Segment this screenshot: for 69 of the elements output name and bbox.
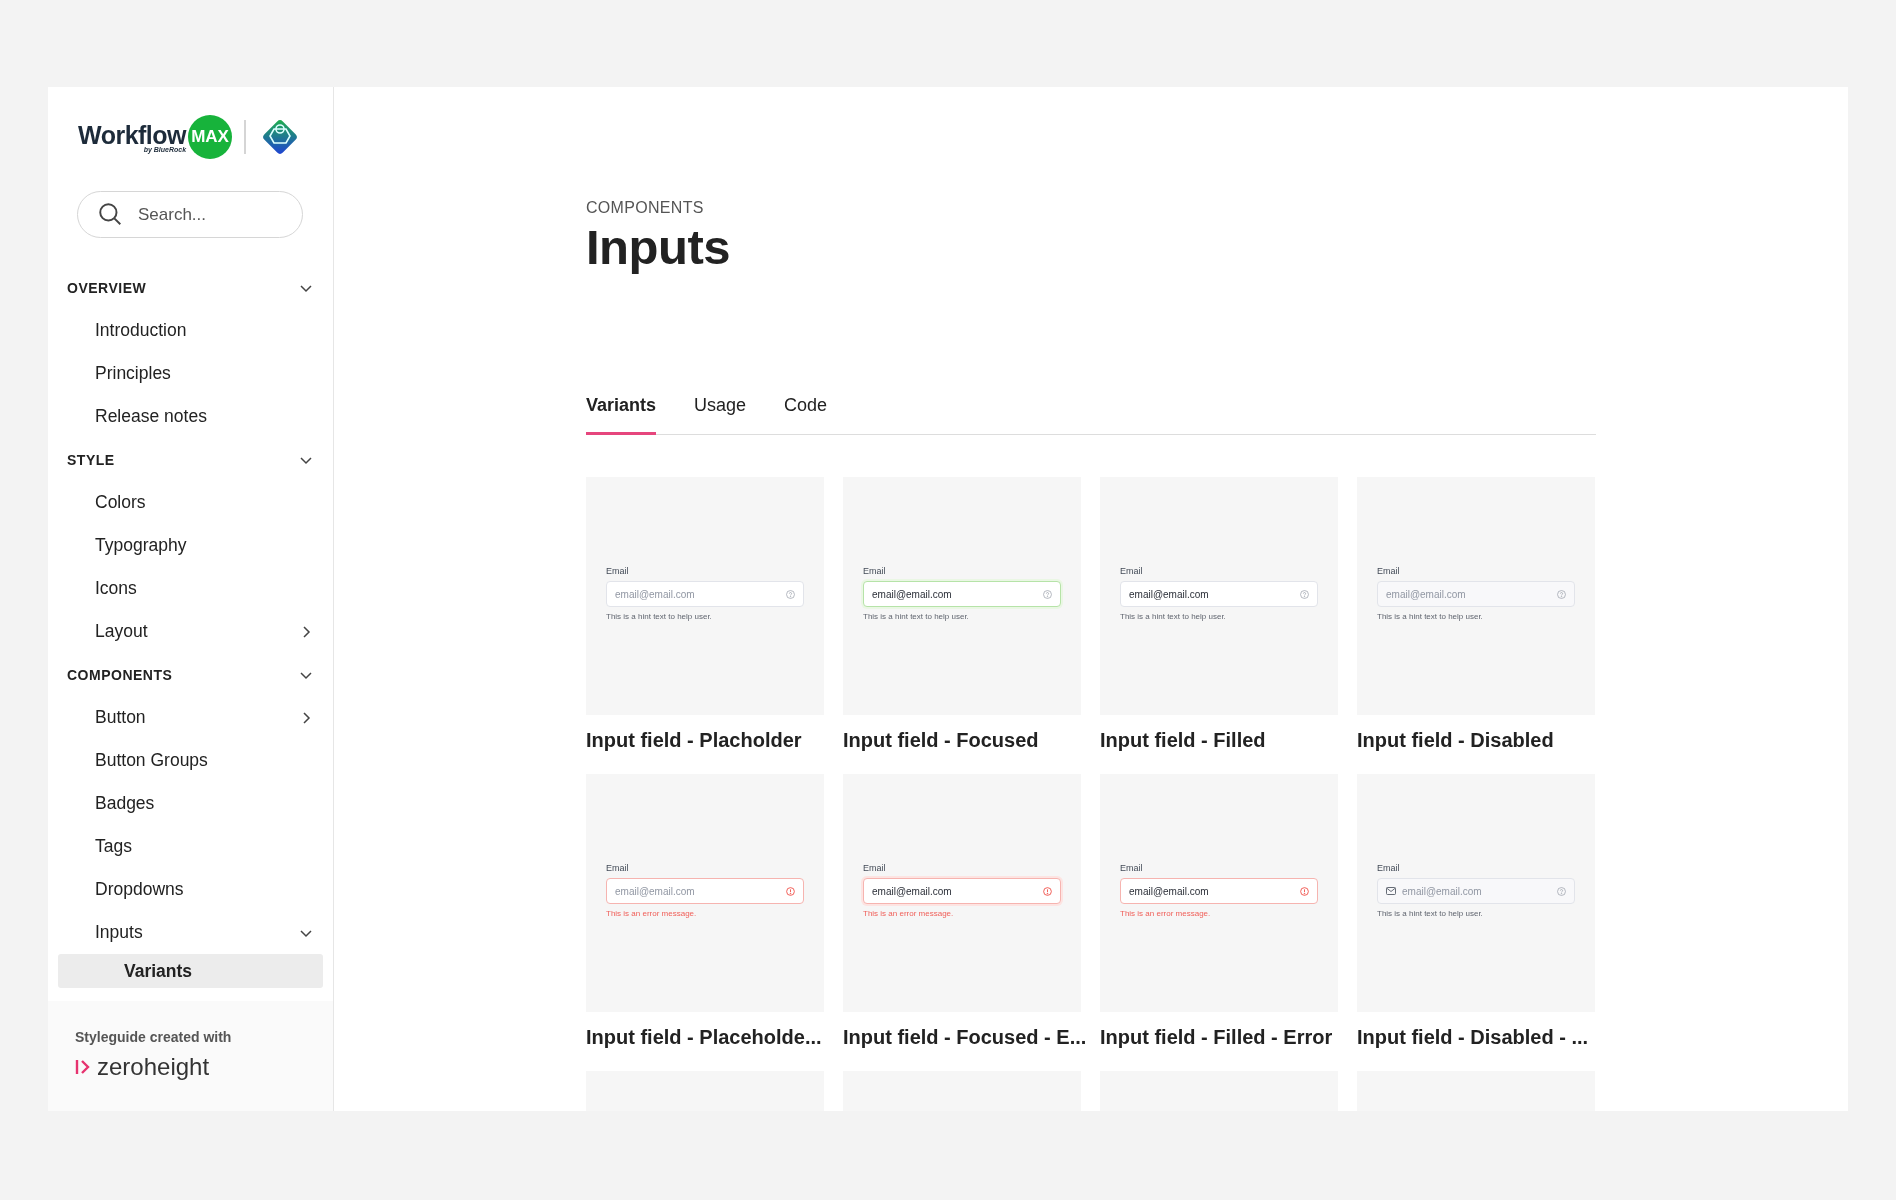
email-field: email@email.com [863,581,1061,607]
nav-item[interactable]: Badges [58,782,323,825]
mail-icon [1386,887,1396,895]
error-message: This is an error message. [1120,909,1212,918]
card-title: Input field - Filled - Error [1100,1026,1334,1049]
tab[interactable]: Code [784,395,828,435]
field-label: Email [863,863,887,873]
email-field: email@email.com [1377,581,1575,607]
nav-item[interactable]: Colors [58,481,323,524]
nav-item[interactable]: Button [58,696,323,739]
help-icon [1043,589,1052,599]
alert-icon [1300,886,1309,896]
footer-caption: Styleguide created with [75,1029,233,1045]
email-field: email@email.com [1120,878,1318,904]
logo-badge: MAX [188,115,233,159]
error-message: This is an error message. [863,909,955,918]
email-field: email@email.com [606,878,804,904]
hint-text: This is a hint text to help user. [1120,612,1227,621]
field-label: Email [1377,863,1401,873]
search-field[interactable]: Search... [77,191,303,238]
zeroheight-logo-icon [75,1057,91,1077]
email-field: email@email.com [1377,878,1575,904]
nav-item[interactable]: Typography [58,524,323,567]
alert-icon [786,886,795,896]
hint-text: This is a hint text to help user. [606,612,713,621]
nav-item[interactable]: Tags [58,825,323,868]
error-message: This is an error message. [606,909,698,918]
field-label: Email [1377,566,1401,576]
card-title: Input field - Placholder [586,729,803,752]
email-field: email@email.com [863,878,1061,904]
email-field: email@email.com [606,581,804,607]
nav-item[interactable]: Icons [58,567,323,610]
card-title: Input field - Disabled - ... [1357,1026,1590,1049]
hint-text: This is a hint text to help user. [1377,909,1484,918]
help-icon [1557,589,1566,599]
help-icon [1557,886,1566,896]
email-field: email@email.com [1120,581,1318,607]
nav-item[interactable]: Release notes [58,395,323,438]
card-title: Input field - Disabled [1357,729,1555,752]
field-label: Email [1120,863,1144,873]
nav-item[interactable]: Button Groups [58,739,323,782]
help-icon [786,589,795,599]
field-label: Email [863,566,887,576]
nav-section-header[interactable]: OVERVIEW [58,266,323,309]
help-icon [1300,589,1309,599]
tab[interactable]: Variants [586,395,657,435]
alert-icon [1043,886,1052,896]
zeroheight-link[interactable]: zeroheight [75,1053,306,1081]
nav-item[interactable]: Variants [58,954,323,988]
nav-item[interactable]: Layout [58,610,323,653]
card-title: Input field - Focused [843,729,1040,752]
nav-item[interactable]: Introduction [58,309,323,352]
field-label: Email [606,863,630,873]
nav-section-header[interactable]: COMPONENTS [58,653,323,696]
hint-text: This is a hint text to help user. [863,612,970,621]
tab[interactable]: Usage [694,395,747,435]
nav-section-header[interactable]: STYLE [58,438,323,481]
hint-text: This is a hint text to help user. [1377,612,1484,621]
card-title: Input field - Placeholde... [586,1026,823,1049]
card-title: Input field - Filled [1100,729,1267,752]
field-label: Email [1120,566,1144,576]
nav-item[interactable]: Dropdowns [58,868,323,911]
field-label: Email [606,566,630,576]
search-icon [97,201,123,227]
page-title: Inputs [586,219,731,275]
nav-item[interactable]: Inputs [58,911,323,954]
nav-item[interactable]: Principles [58,352,323,395]
logo-wordmark: Workflow [78,121,187,148]
page-eyebrow: COMPONENTS [586,199,705,217]
